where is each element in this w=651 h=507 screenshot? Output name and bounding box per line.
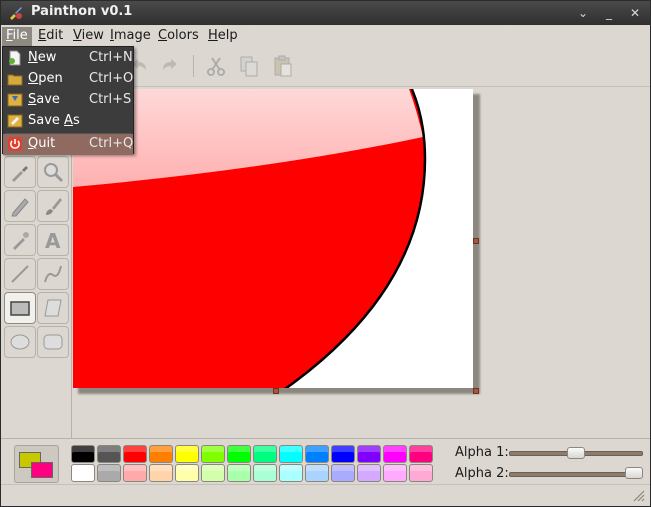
tool-palette: A: [1, 152, 71, 438]
color-palette-bar: Alpha 1: Alpha 2:: [1, 438, 650, 484]
color-swatch[interactable]: [175, 464, 199, 482]
menu-image[interactable]: Image: [106, 27, 155, 46]
rounded-rectangle-tool[interactable]: [37, 326, 69, 358]
color-swatch[interactable]: [175, 445, 199, 463]
close-icon[interactable]: ✕: [627, 5, 643, 21]
color-swatch[interactable]: [227, 445, 251, 463]
color-swatch[interactable]: [123, 445, 147, 463]
toolbar-separator: [193, 55, 194, 77]
ellipse-tool[interactable]: [4, 326, 36, 358]
menu-item-new[interactable]: New Ctrl+N: [3, 48, 133, 69]
status-bar: [1, 484, 650, 506]
airbrush-icon: [13, 232, 29, 250]
color-picker-icon: [12, 166, 28, 182]
paste-icon[interactable]: [271, 54, 295, 78]
alpha1-label: Alpha 1:: [455, 445, 509, 460]
color-swatch[interactable]: [331, 464, 355, 482]
cut-icon[interactable]: [204, 54, 228, 78]
color-swatch[interactable]: [123, 464, 147, 482]
menu-file[interactable]: File: [2, 27, 32, 46]
menu-item-save[interactable]: Save Ctrl+S: [3, 90, 133, 111]
alpha1-slider-thumb[interactable]: [567, 447, 585, 459]
save-icon: [7, 93, 23, 107]
menu-item-save-as[interactable]: Save As: [3, 111, 133, 132]
app-icon: [10, 7, 22, 20]
svg-text:A: A: [45, 229, 61, 251]
menu-view[interactable]: View: [69, 27, 108, 46]
redo-icon[interactable]: [159, 54, 183, 78]
color-swatch[interactable]: [253, 445, 277, 463]
paintbrush-icon: [46, 198, 62, 215]
new-document-icon: [9, 50, 21, 66]
resize-grip-icon[interactable]: [633, 490, 645, 502]
text-icon: A: [45, 229, 61, 251]
pencil-icon: [11, 198, 29, 217]
paintbrush-tool[interactable]: [37, 190, 69, 222]
menu-colors[interactable]: Colors: [154, 27, 203, 46]
menu-edit[interactable]: Edit: [34, 27, 67, 46]
rectangle-icon: [10, 301, 30, 316]
free-shape-icon: [44, 299, 62, 317]
app-window: Painthon v0.1 ⌄ _ ✕ File Edit View Image…: [0, 0, 651, 507]
rounded-rectangle-icon: [43, 334, 63, 350]
color-swatch[interactable]: [357, 464, 381, 482]
pencil-tool[interactable]: [4, 190, 36, 222]
text-tool[interactable]: A: [37, 224, 69, 256]
color-swatch[interactable]: [331, 445, 355, 463]
color-swatch[interactable]: [383, 445, 407, 463]
color-swatch[interactable]: [97, 445, 121, 463]
color-swatch[interactable]: [97, 464, 121, 482]
menu-bar: File Edit View Image Colors Help: [1, 25, 650, 47]
curve-tool[interactable]: [37, 258, 69, 290]
ellipse-icon: [10, 334, 30, 350]
secondary-color[interactable]: [31, 462, 53, 478]
color-swatch[interactable]: [71, 445, 95, 463]
color-swatch[interactable]: [201, 464, 225, 482]
airbrush-tool[interactable]: [4, 224, 36, 256]
color-swatch[interactable]: [383, 464, 407, 482]
color-swatch[interactable]: [227, 464, 251, 482]
chevron-down-icon[interactable]: ⌄: [575, 5, 591, 21]
window-title: Painthon v0.1: [31, 4, 133, 19]
title-bar: Painthon v0.1 ⌄ _ ✕: [1, 1, 650, 25]
save-as-icon: [7, 114, 23, 128]
curve-icon: [44, 265, 62, 283]
free-shape-tool[interactable]: [37, 292, 69, 324]
menu-help[interactable]: Help: [204, 27, 242, 46]
minimize-icon[interactable]: _: [601, 5, 617, 21]
resize-handle-corner[interactable]: [473, 388, 479, 394]
file-menu-dropdown: New Ctrl+N Open Ctrl+O Save Ctrl+S Save …: [2, 46, 134, 155]
color-swatch[interactable]: [253, 464, 277, 482]
line-icon: [11, 265, 29, 283]
color-swatch[interactable]: [357, 445, 381, 463]
menu-item-open[interactable]: Open Ctrl+O: [3, 69, 133, 90]
alpha2-slider[interactable]: [509, 472, 643, 477]
quit-icon: [8, 137, 22, 151]
resize-handle-right[interactable]: [473, 238, 479, 244]
color-swatch[interactable]: [149, 464, 173, 482]
magnifier-tool[interactable]: [37, 156, 69, 188]
alpha2-slider-thumb[interactable]: [625, 467, 643, 479]
color-selector[interactable]: [14, 445, 59, 483]
color-picker-tool[interactable]: [4, 156, 36, 188]
alpha2-label: Alpha 2:: [455, 466, 509, 481]
color-swatch[interactable]: [279, 445, 303, 463]
color-swatch[interactable]: [279, 464, 303, 482]
copy-icon[interactable]: [237, 54, 261, 78]
color-swatch[interactable]: [409, 445, 433, 463]
rectangle-tool[interactable]: [4, 292, 36, 324]
resize-handle-bottom[interactable]: [273, 388, 279, 394]
color-swatch[interactable]: [409, 464, 433, 482]
magnifier-icon: [44, 163, 64, 183]
color-swatch[interactable]: [71, 464, 95, 482]
color-swatch[interactable]: [201, 445, 225, 463]
color-swatch[interactable]: [305, 464, 329, 482]
open-folder-icon: [7, 74, 23, 86]
line-tool[interactable]: [4, 258, 36, 290]
menu-item-quit[interactable]: Quit Ctrl+Q: [3, 134, 133, 155]
color-swatch[interactable]: [305, 445, 329, 463]
color-swatch[interactable]: [149, 445, 173, 463]
